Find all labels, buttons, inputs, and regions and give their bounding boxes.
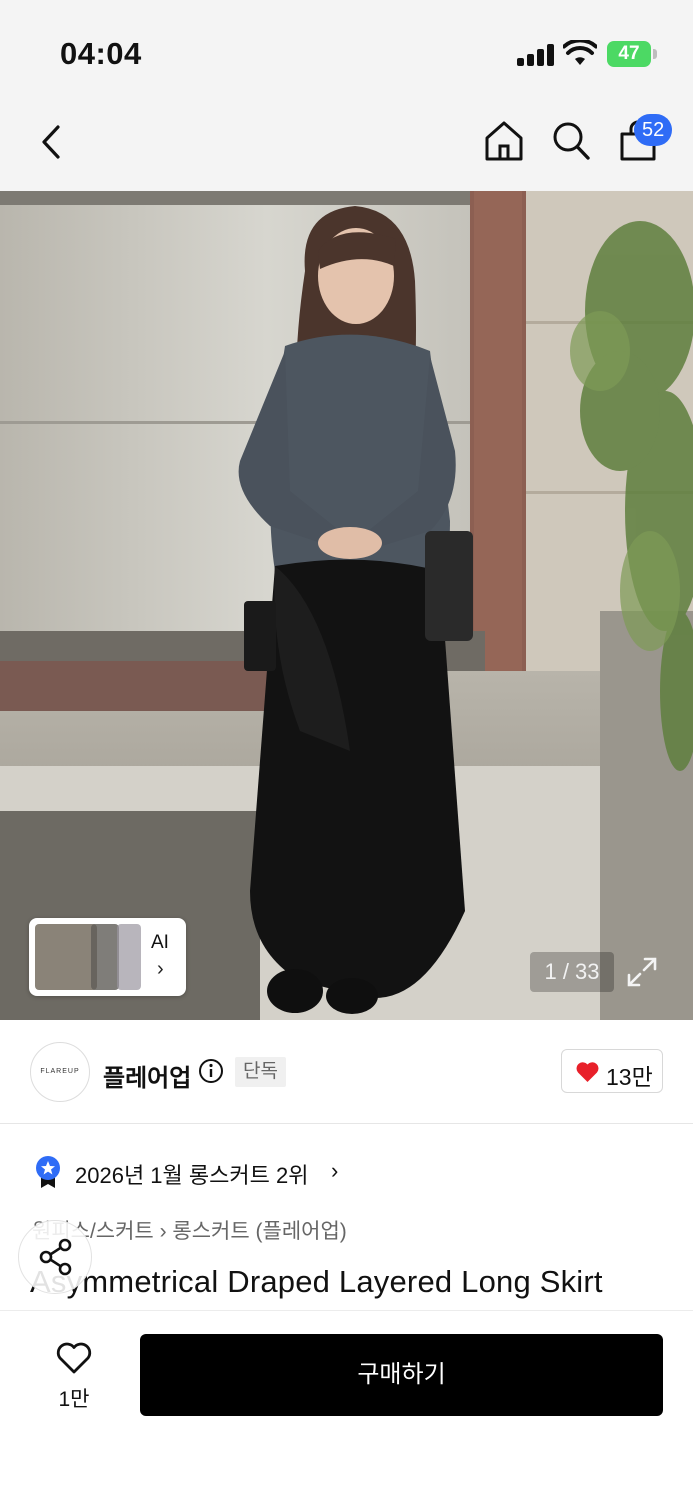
cart-count-badge[interactable]: 52	[634, 114, 673, 146]
status-time: 04:04	[60, 36, 142, 71]
seller-row: FLAREUP 플레어업 단독 13만	[0, 1020, 693, 1124]
info-icon[interactable]	[198, 1058, 224, 1084]
brand-logo[interactable]: FLAREUP	[30, 1042, 90, 1102]
expand-icon[interactable]	[625, 955, 659, 989]
brand-name[interactable]: 플레어업	[103, 1058, 191, 1093]
search-icon[interactable]	[551, 120, 591, 162]
thumbnail-image	[117, 924, 141, 990]
thumbnail-image	[91, 924, 119, 990]
image-counter: 1 / 33	[530, 952, 614, 992]
share-icon	[39, 1238, 72, 1276]
ai-label: AI	[151, 932, 169, 953]
chevron-right-icon: ›	[157, 958, 164, 980]
chevron-right-icon: ›	[331, 1158, 339, 1183]
wifi-icon	[563, 40, 597, 65]
wishlist-count: 1만	[58, 1388, 90, 1411]
heart-filled-icon	[576, 1062, 599, 1082]
buy-button[interactable]: 구매하기	[140, 1334, 663, 1416]
share-button[interactable]	[18, 1220, 92, 1294]
back-chevron-icon[interactable]	[36, 122, 66, 162]
product-title: Asymmetrical Draped Layered Long Skirt	[30, 1264, 603, 1299]
cellular-signal-icon	[517, 44, 555, 66]
product-photo	[0, 191, 693, 1020]
brand-like-count: 13만	[606, 1064, 653, 1090]
status-bar: 04:04 47	[0, 0, 693, 100]
ai-styling-thumbnail-card[interactable]: AI ›	[29, 918, 186, 996]
brand-like-button[interactable]: 13만	[561, 1049, 663, 1093]
home-icon[interactable]	[484, 120, 524, 162]
bottom-action-bar: 1만 구매하기	[0, 1310, 693, 1500]
exclusive-badge: 단독	[235, 1057, 286, 1087]
battery-icon: 47	[607, 41, 657, 67]
battery-level: 47	[607, 41, 651, 67]
navigation-bar: 52	[0, 100, 693, 191]
ranking-text: 2026년 1월 롱스커트 2위	[75, 1163, 309, 1188]
wishlist-button[interactable]: 1만	[40, 1335, 108, 1415]
thumbnail-image	[35, 924, 97, 990]
heart-outline-icon	[56, 1342, 92, 1374]
ranking-medal-icon	[36, 1156, 60, 1188]
product-image-gallery[interactable]: AI › 1 / 33	[0, 191, 693, 1020]
